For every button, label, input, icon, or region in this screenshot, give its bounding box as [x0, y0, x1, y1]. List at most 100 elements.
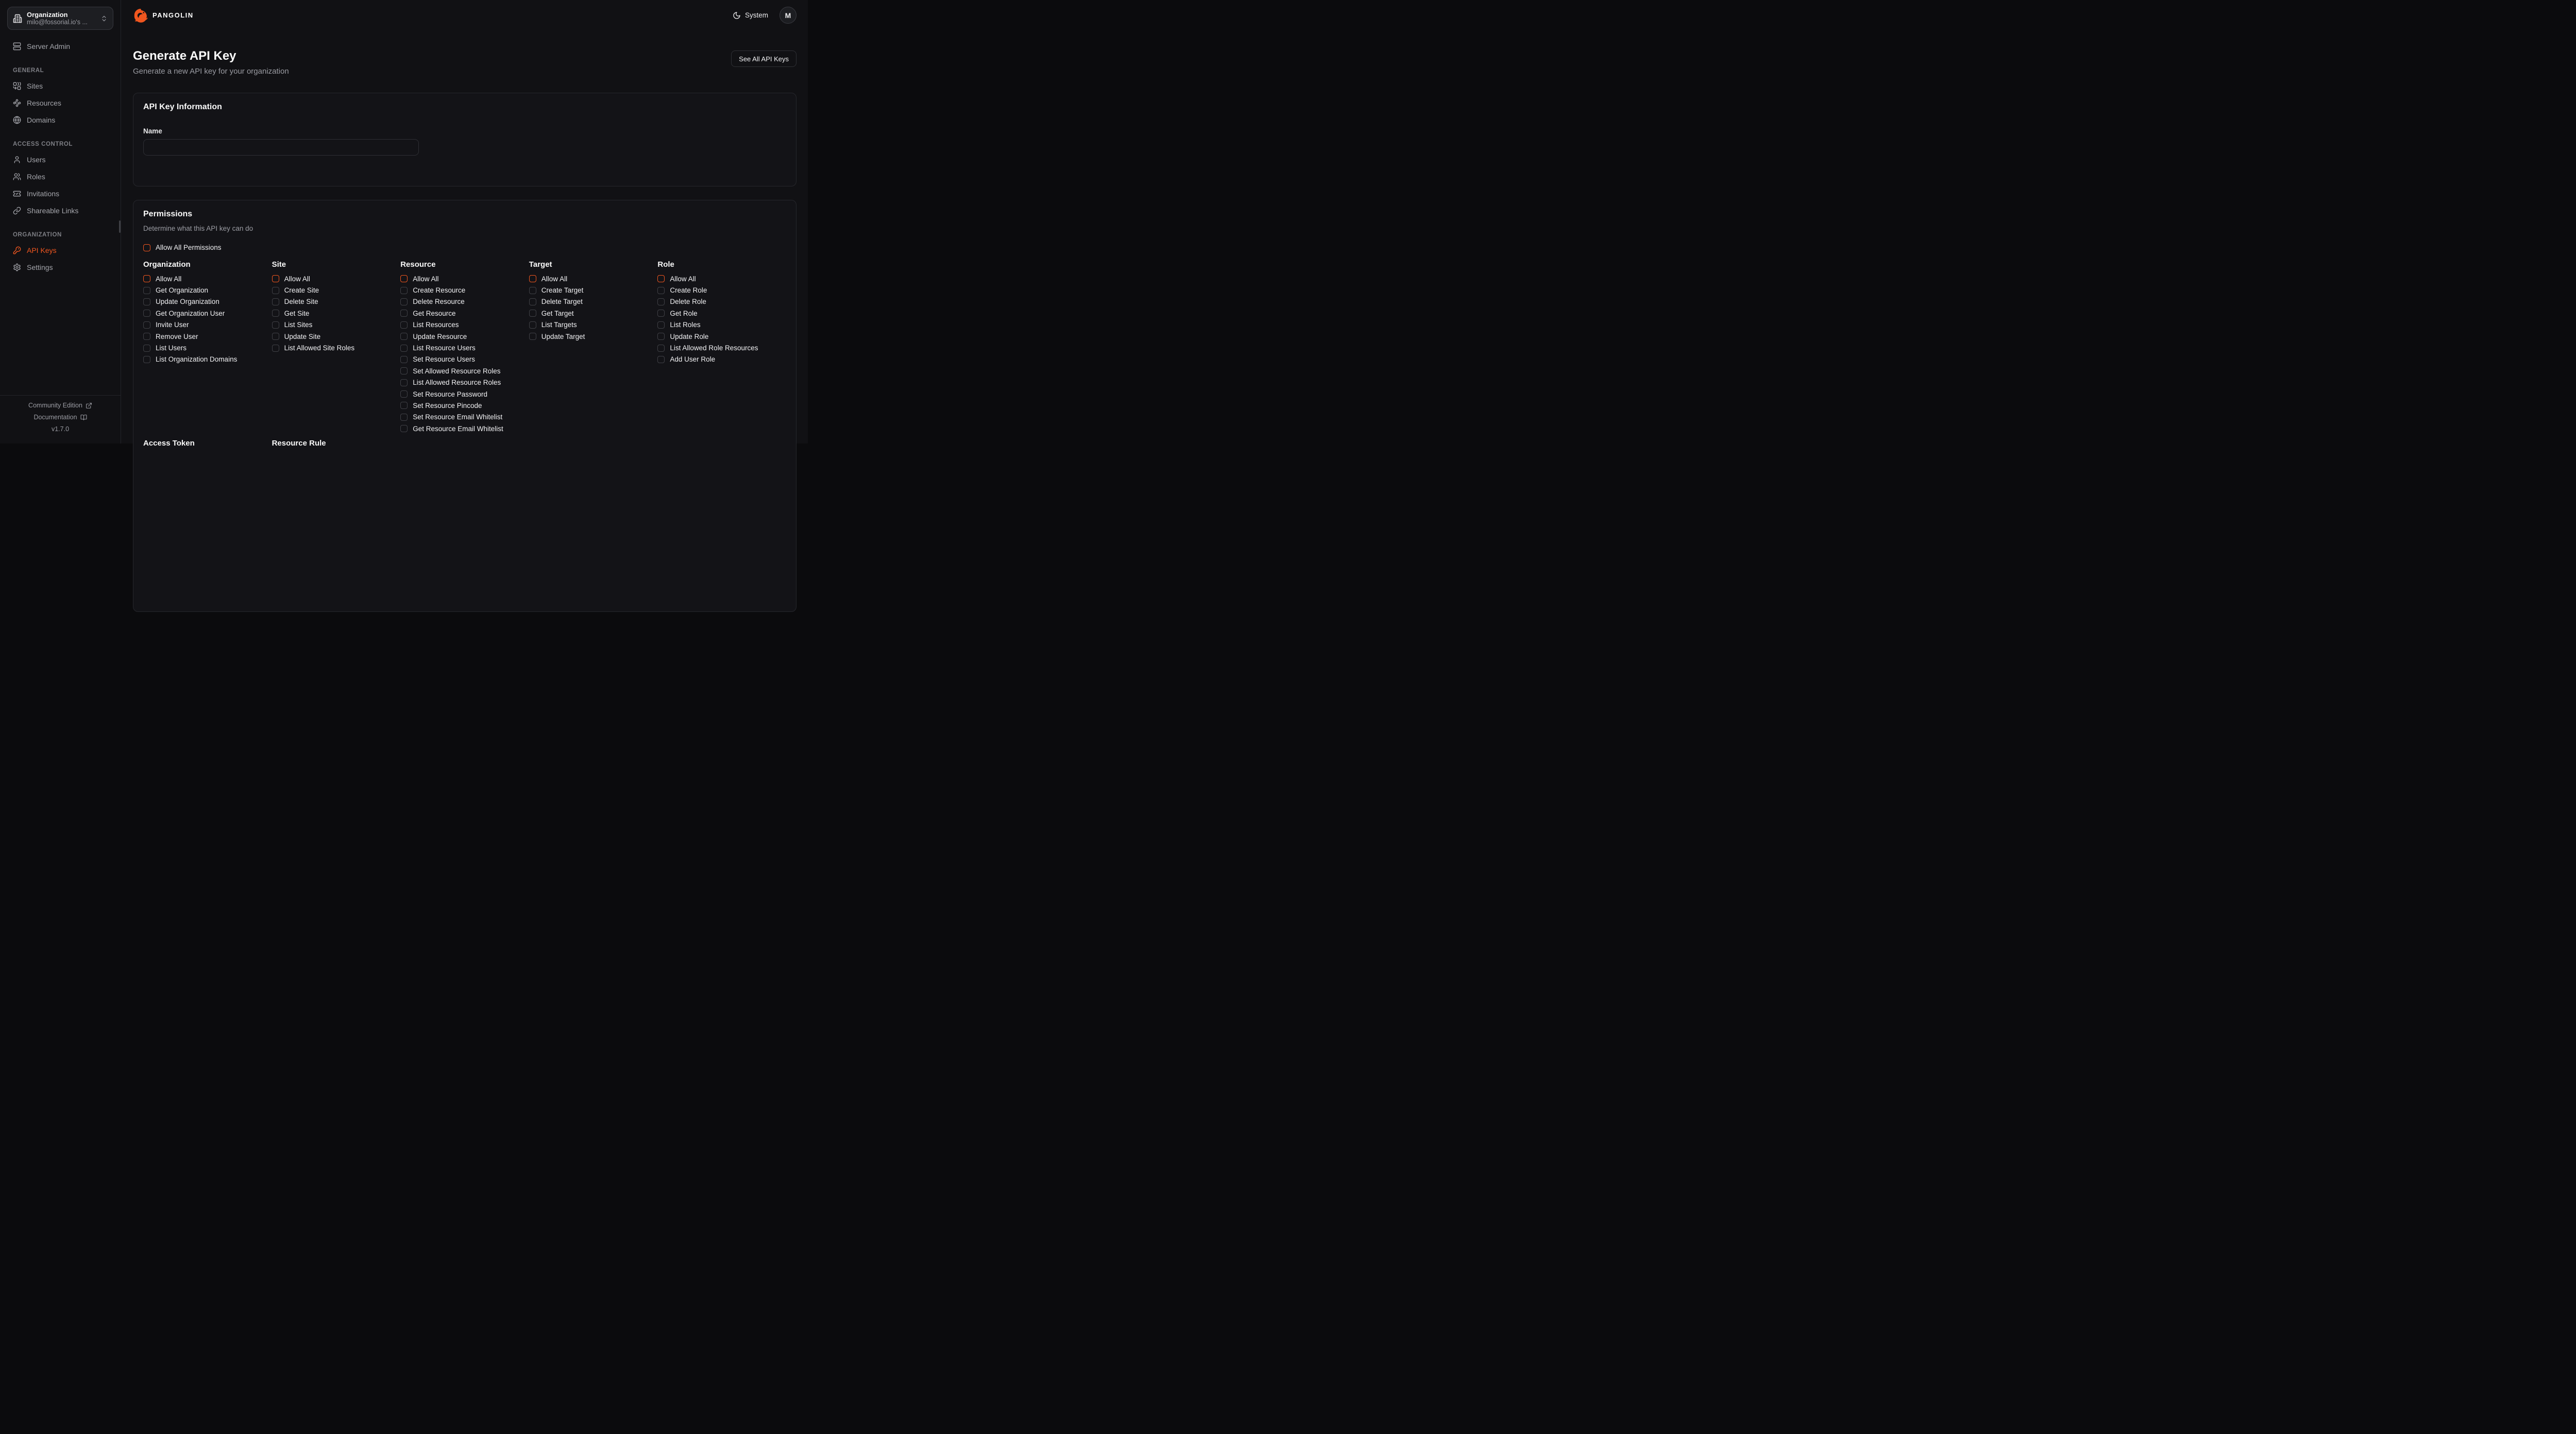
checkbox-target-list-targets[interactable]	[529, 321, 536, 329]
checkbox-organization-remove-user[interactable]	[143, 333, 150, 340]
perm-group-resource: ResourceAllow AllCreate ResourceDelete R…	[400, 261, 529, 434]
checkbox-resource-set-resource-pincode[interactable]	[400, 402, 408, 409]
perm-item-label: Allow All	[284, 275, 310, 283]
checkbox-resource-set-resource-email-whitelist[interactable]	[400, 414, 408, 421]
sidebar-scrollbar[interactable]	[119, 220, 121, 233]
org-selector[interactable]: Organization milo@fossorial.io's ...	[7, 7, 113, 30]
checkbox-resource-list-resource-users[interactable]	[400, 345, 408, 352]
checkbox-resource-update-resource[interactable]	[400, 333, 408, 340]
checkbox-role-create-role[interactable]	[657, 287, 665, 294]
checkbox-resource-allow-all[interactable]	[400, 275, 408, 282]
perm-item-organization-get-organization-user: Get Organization User	[143, 308, 272, 319]
sidebar-item-sites[interactable]: Sites	[7, 80, 113, 92]
checkbox-site-get-site[interactable]	[272, 310, 279, 317]
topbar: PANGOLIN System M	[122, 0, 808, 24]
org-selector-value: milo@fossorial.io's ...	[27, 19, 96, 26]
perm-item-role-create-role: Create Role	[657, 284, 786, 296]
perm-item-label: Get Organization	[156, 286, 208, 294]
perm-item-site-get-site: Get Site	[272, 308, 401, 319]
sidebar-item-api-keys[interactable]: API Keys	[7, 244, 113, 257]
main-area: PANGOLIN System M Generate API Key Gener…	[122, 0, 808, 443]
checkbox-site-update-site[interactable]	[272, 333, 279, 340]
checkbox-resource-get-resource-email-whitelist[interactable]	[400, 425, 408, 432]
checkbox-target-update-target[interactable]	[529, 333, 536, 340]
checkbox-site-allow-all[interactable]	[272, 275, 279, 282]
sidebar-item-resources[interactable]: Resources	[7, 97, 113, 109]
perm-item-label: Get Target	[541, 310, 574, 317]
perm-item-label: Create Role	[670, 286, 707, 294]
community-edition-link[interactable]: Community Edition	[0, 402, 121, 409]
checkbox-role-delete-role[interactable]	[657, 298, 665, 305]
sidebar-item-server-admin[interactable]: Server Admin	[7, 40, 113, 53]
checkbox-role-list-allowed-role-resources[interactable]	[657, 345, 665, 352]
perm-group-role: RoleAllow AllCreate RoleDelete RoleGet R…	[657, 261, 786, 434]
external-link-icon	[86, 402, 92, 409]
page-head: Generate API Key Generate a new API key …	[133, 49, 796, 76]
sidebar-item-shareable-links[interactable]: Shareable Links	[7, 204, 113, 217]
checkbox-organization-invite-user[interactable]	[143, 321, 150, 329]
community-edition-label: Community Edition	[28, 402, 82, 409]
perm-item-target-update-target: Update Target	[529, 331, 658, 342]
perm-item-label: Set Resource Email Whitelist	[413, 413, 502, 421]
checkbox-site-list-sites[interactable]	[272, 321, 279, 329]
checkbox-role-add-user-role[interactable]	[657, 356, 665, 363]
checkbox-organization-list-users[interactable]	[143, 345, 150, 352]
sidebar-item-label: Domains	[27, 116, 55, 124]
perm-item-label: Get Role	[670, 310, 697, 317]
perm-item-label: Create Site	[284, 286, 319, 294]
sidebar-item-roles[interactable]: Roles	[7, 170, 113, 183]
checkbox-resource-create-resource[interactable]	[400, 287, 408, 294]
sidebar-item-domains[interactable]: Domains	[7, 114, 113, 126]
checkbox-target-create-target[interactable]	[529, 287, 536, 294]
perm-item-label: Delete Target	[541, 298, 583, 305]
perm-item-resource-set-resource-email-whitelist: Set Resource Email Whitelist	[400, 412, 529, 423]
checkbox-target-delete-target[interactable]	[529, 298, 536, 305]
perm-item-label: List Users	[156, 344, 187, 352]
checkbox-role-get-role[interactable]	[657, 310, 665, 317]
perm-item-organization-update-organization: Update Organization	[143, 296, 272, 308]
checkbox-site-delete-site[interactable]	[272, 298, 279, 305]
perm-item-role-list-roles: List Roles	[657, 319, 786, 331]
documentation-link[interactable]: Documentation	[0, 414, 121, 421]
checkbox-resource-set-resource-users[interactable]	[400, 356, 408, 363]
checkbox-site-list-allowed-site-roles[interactable]	[272, 345, 279, 352]
checkbox-organization-allow-all[interactable]	[143, 275, 150, 282]
allow-all-permissions-checkbox[interactable]	[143, 244, 150, 251]
brand[interactable]: PANGOLIN	[133, 8, 194, 23]
perm-item-label: Allow All	[413, 275, 438, 283]
perm-item-target-allow-all: Allow All	[529, 273, 658, 284]
theme-toggle-label: System	[745, 11, 768, 19]
checkbox-resource-set-allowed-resource-roles[interactable]	[400, 367, 408, 374]
theme-toggle[interactable]: System	[733, 11, 768, 20]
checkbox-organization-get-organization-user[interactable]	[143, 310, 150, 317]
sidebar-item-label: Resources	[27, 99, 61, 107]
see-all-api-keys-button[interactable]: See All API Keys	[731, 50, 796, 67]
checkbox-target-allow-all[interactable]	[529, 275, 536, 282]
sidebar-item-label: Roles	[27, 173, 45, 181]
checkbox-role-update-role[interactable]	[657, 333, 665, 340]
checkbox-organization-list-organization-domains[interactable]	[143, 356, 150, 363]
checkbox-site-create-site[interactable]	[272, 287, 279, 294]
sidebar-item-users[interactable]: Users	[7, 153, 113, 166]
checkbox-resource-set-resource-password[interactable]	[400, 390, 408, 398]
perm-item-site-update-site: Update Site	[272, 331, 401, 342]
checkbox-role-list-roles[interactable]	[657, 321, 665, 329]
topbar-right: System M	[733, 7, 796, 24]
checkbox-resource-get-resource[interactable]	[400, 310, 408, 317]
sidebar-item-invitations[interactable]: Invitations	[7, 187, 113, 200]
perm-item-organization-get-organization: Get Organization	[143, 284, 272, 296]
checkbox-resource-list-resources[interactable]	[400, 321, 408, 329]
section-label-access-control: ACCESS CONTROL	[7, 141, 113, 147]
checkbox-organization-update-organization[interactable]	[143, 298, 150, 305]
checkbox-target-get-target[interactable]	[529, 310, 536, 317]
checkbox-role-allow-all[interactable]	[657, 275, 665, 282]
checkbox-resource-list-allowed-resource-roles[interactable]	[400, 379, 408, 386]
checkbox-resource-delete-resource[interactable]	[400, 298, 408, 305]
sidebar-item-settings[interactable]: Settings	[7, 261, 113, 274]
section-label-general: GENERAL	[7, 67, 113, 74]
avatar[interactable]: M	[779, 7, 796, 24]
perm-item-label: Set Resource Pincode	[413, 402, 482, 409]
checkbox-organization-get-organization[interactable]	[143, 287, 150, 294]
name-input[interactable]	[143, 139, 419, 156]
perm-item-resource-delete-resource: Delete Resource	[400, 296, 529, 308]
